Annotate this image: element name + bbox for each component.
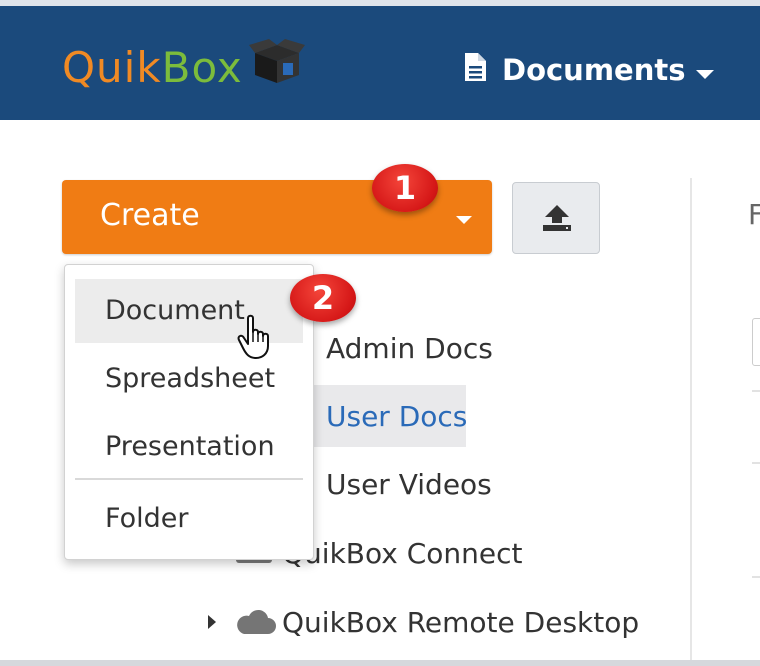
tree-item-user-videos[interactable]: User Videos [326, 468, 492, 501]
logo-text-box: Box [161, 42, 243, 92]
hand-pointer-cursor-icon [236, 314, 276, 365]
bottom-border [0, 660, 760, 666]
step-badge-1: 1 [372, 164, 438, 212]
right-panel-cutoff-text: F [748, 198, 760, 231]
create-dropdown-caret-icon[interactable] [456, 212, 472, 230]
menu-item-folder[interactable]: Folder [75, 487, 303, 551]
chevron-down-icon [695, 53, 714, 87]
menu-item-presentation[interactable]: Presentation [75, 415, 303, 479]
documents-menu[interactable]: Documents [462, 50, 714, 90]
upload-button[interactable] [512, 182, 600, 254]
cloud-icon [236, 608, 276, 641]
tree-item-user-docs[interactable]: User Docs [326, 400, 467, 433]
logo-text-quik: Quik [62, 42, 162, 92]
right-panel-divider [752, 462, 760, 464]
create-button-label: Create [100, 198, 200, 233]
menu-divider [75, 478, 303, 480]
tree-item-quikbox-remote-desktop[interactable]: QuikBox Remote Desktop [282, 606, 639, 639]
quikbox-logo[interactable]: Quik Box [62, 39, 307, 95]
expand-caret-icon[interactable] [207, 614, 217, 635]
tree-item-admin-docs[interactable]: Admin Docs [326, 332, 493, 365]
documents-menu-label: Documents [502, 53, 686, 87]
upload-icon [543, 205, 571, 231]
panel-divider [690, 178, 692, 666]
right-panel-divider [752, 390, 760, 392]
right-panel-control[interactable] [752, 318, 760, 366]
right-panel-divider [752, 576, 760, 578]
document-icon [462, 52, 488, 89]
top-navbar: Quik Box Documents [0, 0, 760, 120]
create-dropdown-menu: Document Spreadsheet Presentation Folder [64, 264, 314, 560]
box-icon [247, 39, 307, 95]
step-badge-2: 2 [290, 274, 356, 322]
tree-item-quikbox-connect[interactable]: QuikBox Connect [282, 537, 523, 570]
